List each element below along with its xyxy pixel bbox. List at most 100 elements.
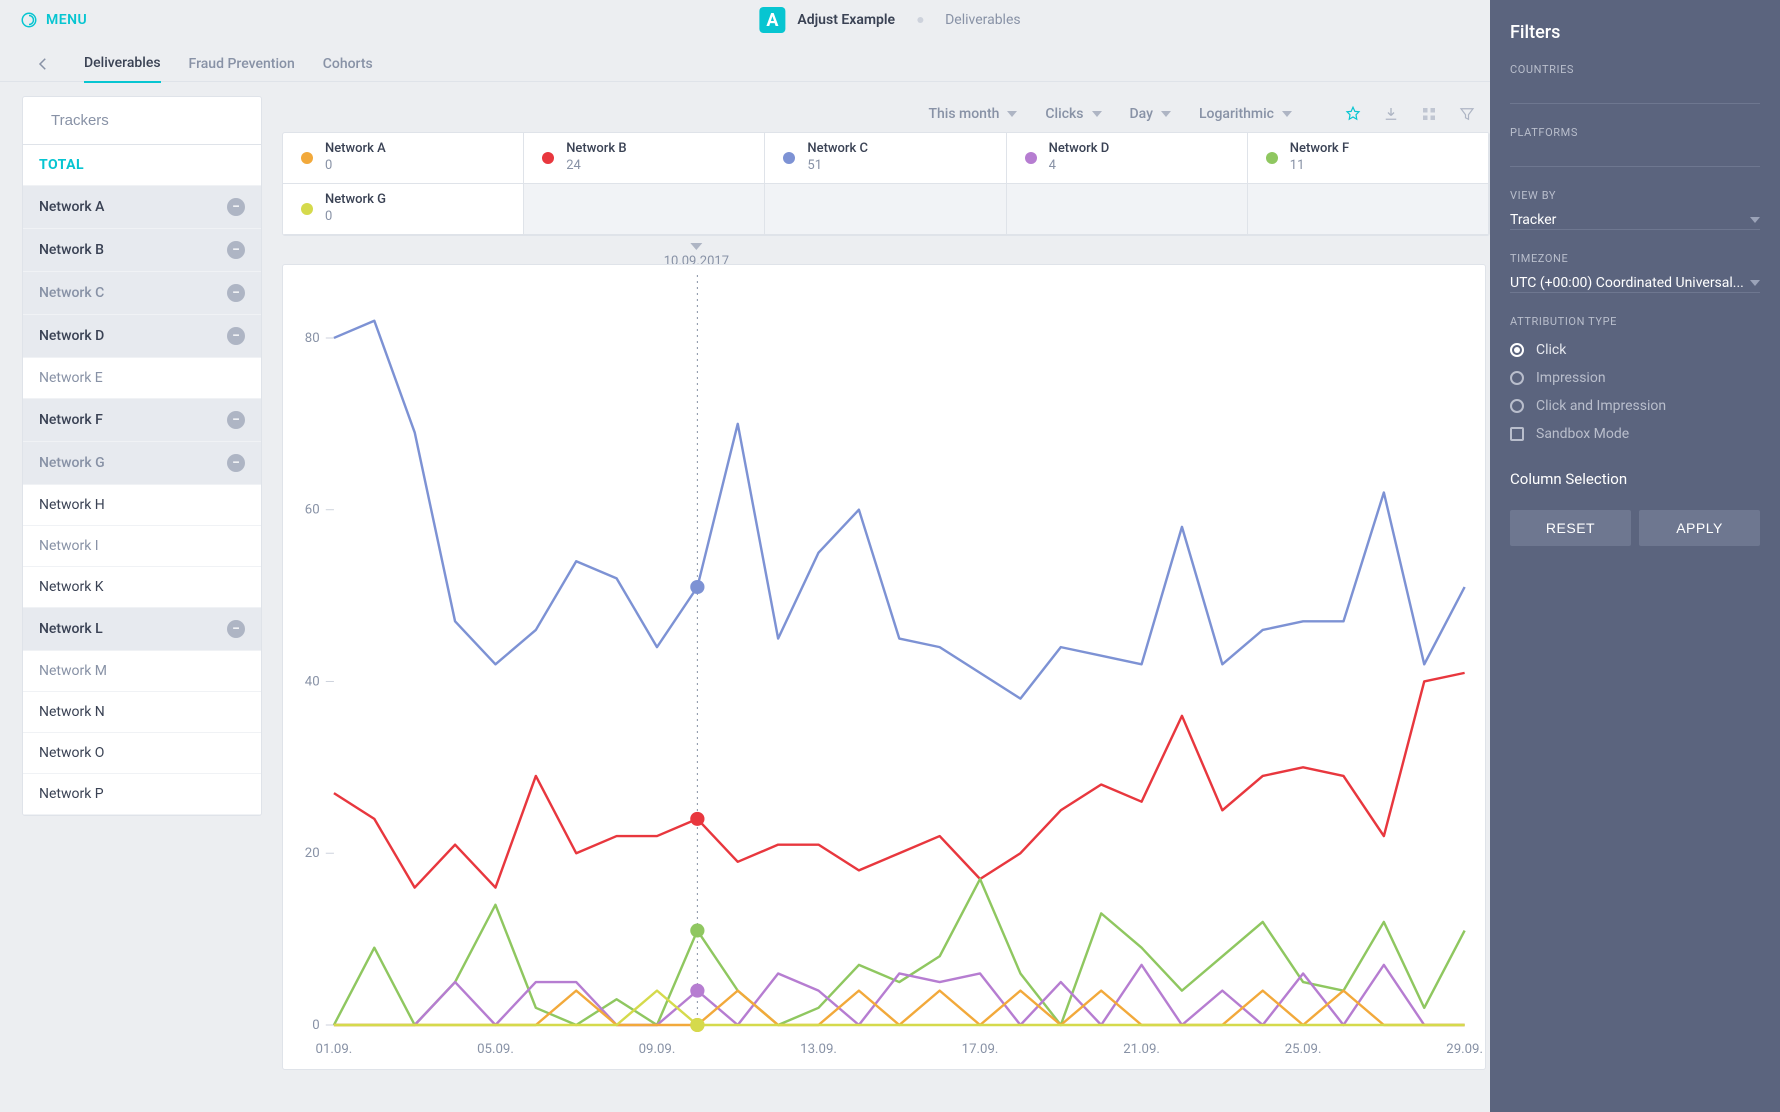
svg-text:13.09.: 13.09.	[800, 1042, 837, 1057]
platforms-label: PLATFORMS	[1510, 126, 1760, 139]
tracker-row[interactable]: Network P	[23, 774, 261, 815]
legend-item[interactable]: Network F11	[1248, 133, 1489, 184]
tracker-row[interactable]: Network A−	[23, 186, 261, 229]
marker-arrow-icon	[690, 243, 702, 250]
attribution-option[interactable]: Click and Impression	[1510, 392, 1760, 420]
granularity-dropdown[interactable]: Day	[1130, 106, 1171, 122]
funnel-icon	[1458, 105, 1476, 123]
chevron-down-icon	[1007, 111, 1017, 117]
checkbox-icon	[1510, 427, 1524, 441]
svg-text:29.09.: 29.09.	[1446, 1042, 1483, 1057]
legend-dot	[783, 152, 795, 164]
radio-icon	[1510, 343, 1524, 357]
tracker-row[interactable]: Network D−	[23, 315, 261, 358]
attribution-label: ATTRIBUTION TYPE	[1510, 315, 1760, 328]
brand-title: Adjust Example	[797, 12, 895, 28]
tracker-row[interactable]: Network E	[23, 358, 261, 399]
legend-item[interactable]: Network G0	[283, 184, 524, 235]
scale-dropdown[interactable]: Logarithmic	[1199, 106, 1292, 122]
chevron-left-icon	[34, 55, 52, 73]
menu-label: MENU	[46, 12, 87, 28]
svg-text:80: 80	[305, 331, 320, 346]
favorite-button[interactable]	[1344, 105, 1362, 123]
tracker-row[interactable]: Network O	[23, 733, 261, 774]
tracker-row[interactable]: Network H	[23, 485, 261, 526]
countries-input[interactable]	[1510, 84, 1760, 104]
attribution-option[interactable]: Impression	[1510, 364, 1760, 392]
svg-text:17.09.: 17.09.	[962, 1042, 999, 1057]
period-dropdown[interactable]: This month	[928, 106, 1017, 122]
grid-icon	[1420, 105, 1438, 123]
tracker-search[interactable]	[23, 97, 261, 145]
remove-icon[interactable]: −	[227, 620, 245, 638]
legend-empty	[524, 184, 765, 235]
remove-icon[interactable]: −	[227, 284, 245, 302]
platforms-input[interactable]	[1510, 147, 1760, 167]
tracker-row[interactable]: Network B−	[23, 229, 261, 272]
viewby-select[interactable]: Tracker	[1510, 210, 1760, 230]
reset-button[interactable]: RESET	[1510, 510, 1631, 546]
timezone-label: TIMEZONE	[1510, 252, 1760, 265]
legend-dot	[1266, 152, 1278, 164]
svg-text:21.09.: 21.09.	[1123, 1042, 1160, 1057]
legend-item[interactable]: Network A0	[283, 133, 524, 184]
apply-button[interactable]: APPLY	[1639, 510, 1760, 546]
svg-text:60: 60	[305, 502, 320, 517]
remove-icon[interactable]: −	[227, 327, 245, 345]
legend-dot	[542, 152, 554, 164]
legend-item[interactable]: Network D4	[1007, 133, 1248, 184]
table-view-button[interactable]	[1420, 105, 1438, 123]
svg-text:09.09.: 09.09.	[639, 1042, 676, 1057]
svg-text:01.09.: 01.09.	[316, 1042, 353, 1057]
metric-dropdown[interactable]: Clicks	[1045, 106, 1101, 122]
download-button[interactable]	[1382, 105, 1400, 123]
legend-item[interactable]: Network B24	[524, 133, 765, 184]
breadcrumb-separator	[917, 17, 923, 23]
menu-button[interactable]: MENU	[20, 11, 87, 29]
tracker-row[interactable]: Network F−	[23, 399, 261, 442]
tracker-row[interactable]: Network K	[23, 567, 261, 608]
tracker-total[interactable]: TOTAL	[23, 145, 261, 186]
menu-icon	[20, 11, 38, 29]
svg-text:0: 0	[312, 1018, 319, 1033]
viewby-label: VIEW BY	[1510, 189, 1760, 202]
legend-item[interactable]: Network C51	[765, 133, 1006, 184]
tracker-row[interactable]: Network C−	[23, 272, 261, 315]
timezone-select[interactable]: UTC (+00:00) Coordinated Universal...	[1510, 273, 1760, 293]
legend-empty	[765, 184, 1006, 235]
attribution-option[interactable]: Click	[1510, 336, 1760, 364]
chart[interactable]: 02040608001.09.05.09.09.09.13.09.17.09.2…	[282, 264, 1486, 1070]
filter-toggle-button[interactable]	[1458, 105, 1476, 123]
legend-empty	[1248, 184, 1489, 235]
download-icon	[1382, 105, 1400, 123]
back-button[interactable]	[30, 53, 56, 75]
tracker-row[interactable]: Network I	[23, 526, 261, 567]
radio-icon	[1510, 371, 1524, 385]
filter-panel: Filters COUNTRIES PLATFORMS VIEW BY Trac…	[1490, 0, 1780, 1112]
tab-fraud-prevention[interactable]: Fraud Prevention	[189, 46, 295, 82]
brand-logo: A	[759, 7, 785, 33]
legend-dot	[301, 152, 313, 164]
remove-icon[interactable]: −	[227, 411, 245, 429]
chevron-down-icon	[1092, 111, 1102, 117]
legend-empty	[1007, 184, 1248, 235]
tracker-row[interactable]: Network G−	[23, 442, 261, 485]
column-selection-link[interactable]: Column Selection	[1510, 470, 1760, 488]
radio-icon	[1510, 399, 1524, 413]
svg-text:40: 40	[305, 674, 320, 689]
sandbox-toggle[interactable]: Sandbox Mode	[1510, 420, 1760, 448]
tracker-panel: TOTAL Network A−Network B−Network C−Netw…	[22, 96, 262, 816]
tracker-row[interactable]: Network L−	[23, 608, 261, 651]
remove-icon[interactable]: −	[227, 241, 245, 259]
chevron-down-icon	[1750, 280, 1760, 286]
tab-deliverables[interactable]: Deliverables	[84, 45, 161, 83]
svg-text:20: 20	[305, 846, 320, 861]
tracker-row[interactable]: Network M	[23, 651, 261, 692]
star-icon	[1344, 105, 1362, 123]
tracker-row[interactable]: Network N	[23, 692, 261, 733]
remove-icon[interactable]: −	[227, 198, 245, 216]
tracker-search-input[interactable]	[49, 111, 252, 130]
remove-icon[interactable]: −	[227, 454, 245, 472]
tab-cohorts[interactable]: Cohorts	[323, 46, 373, 82]
legend-dot	[1025, 152, 1037, 164]
